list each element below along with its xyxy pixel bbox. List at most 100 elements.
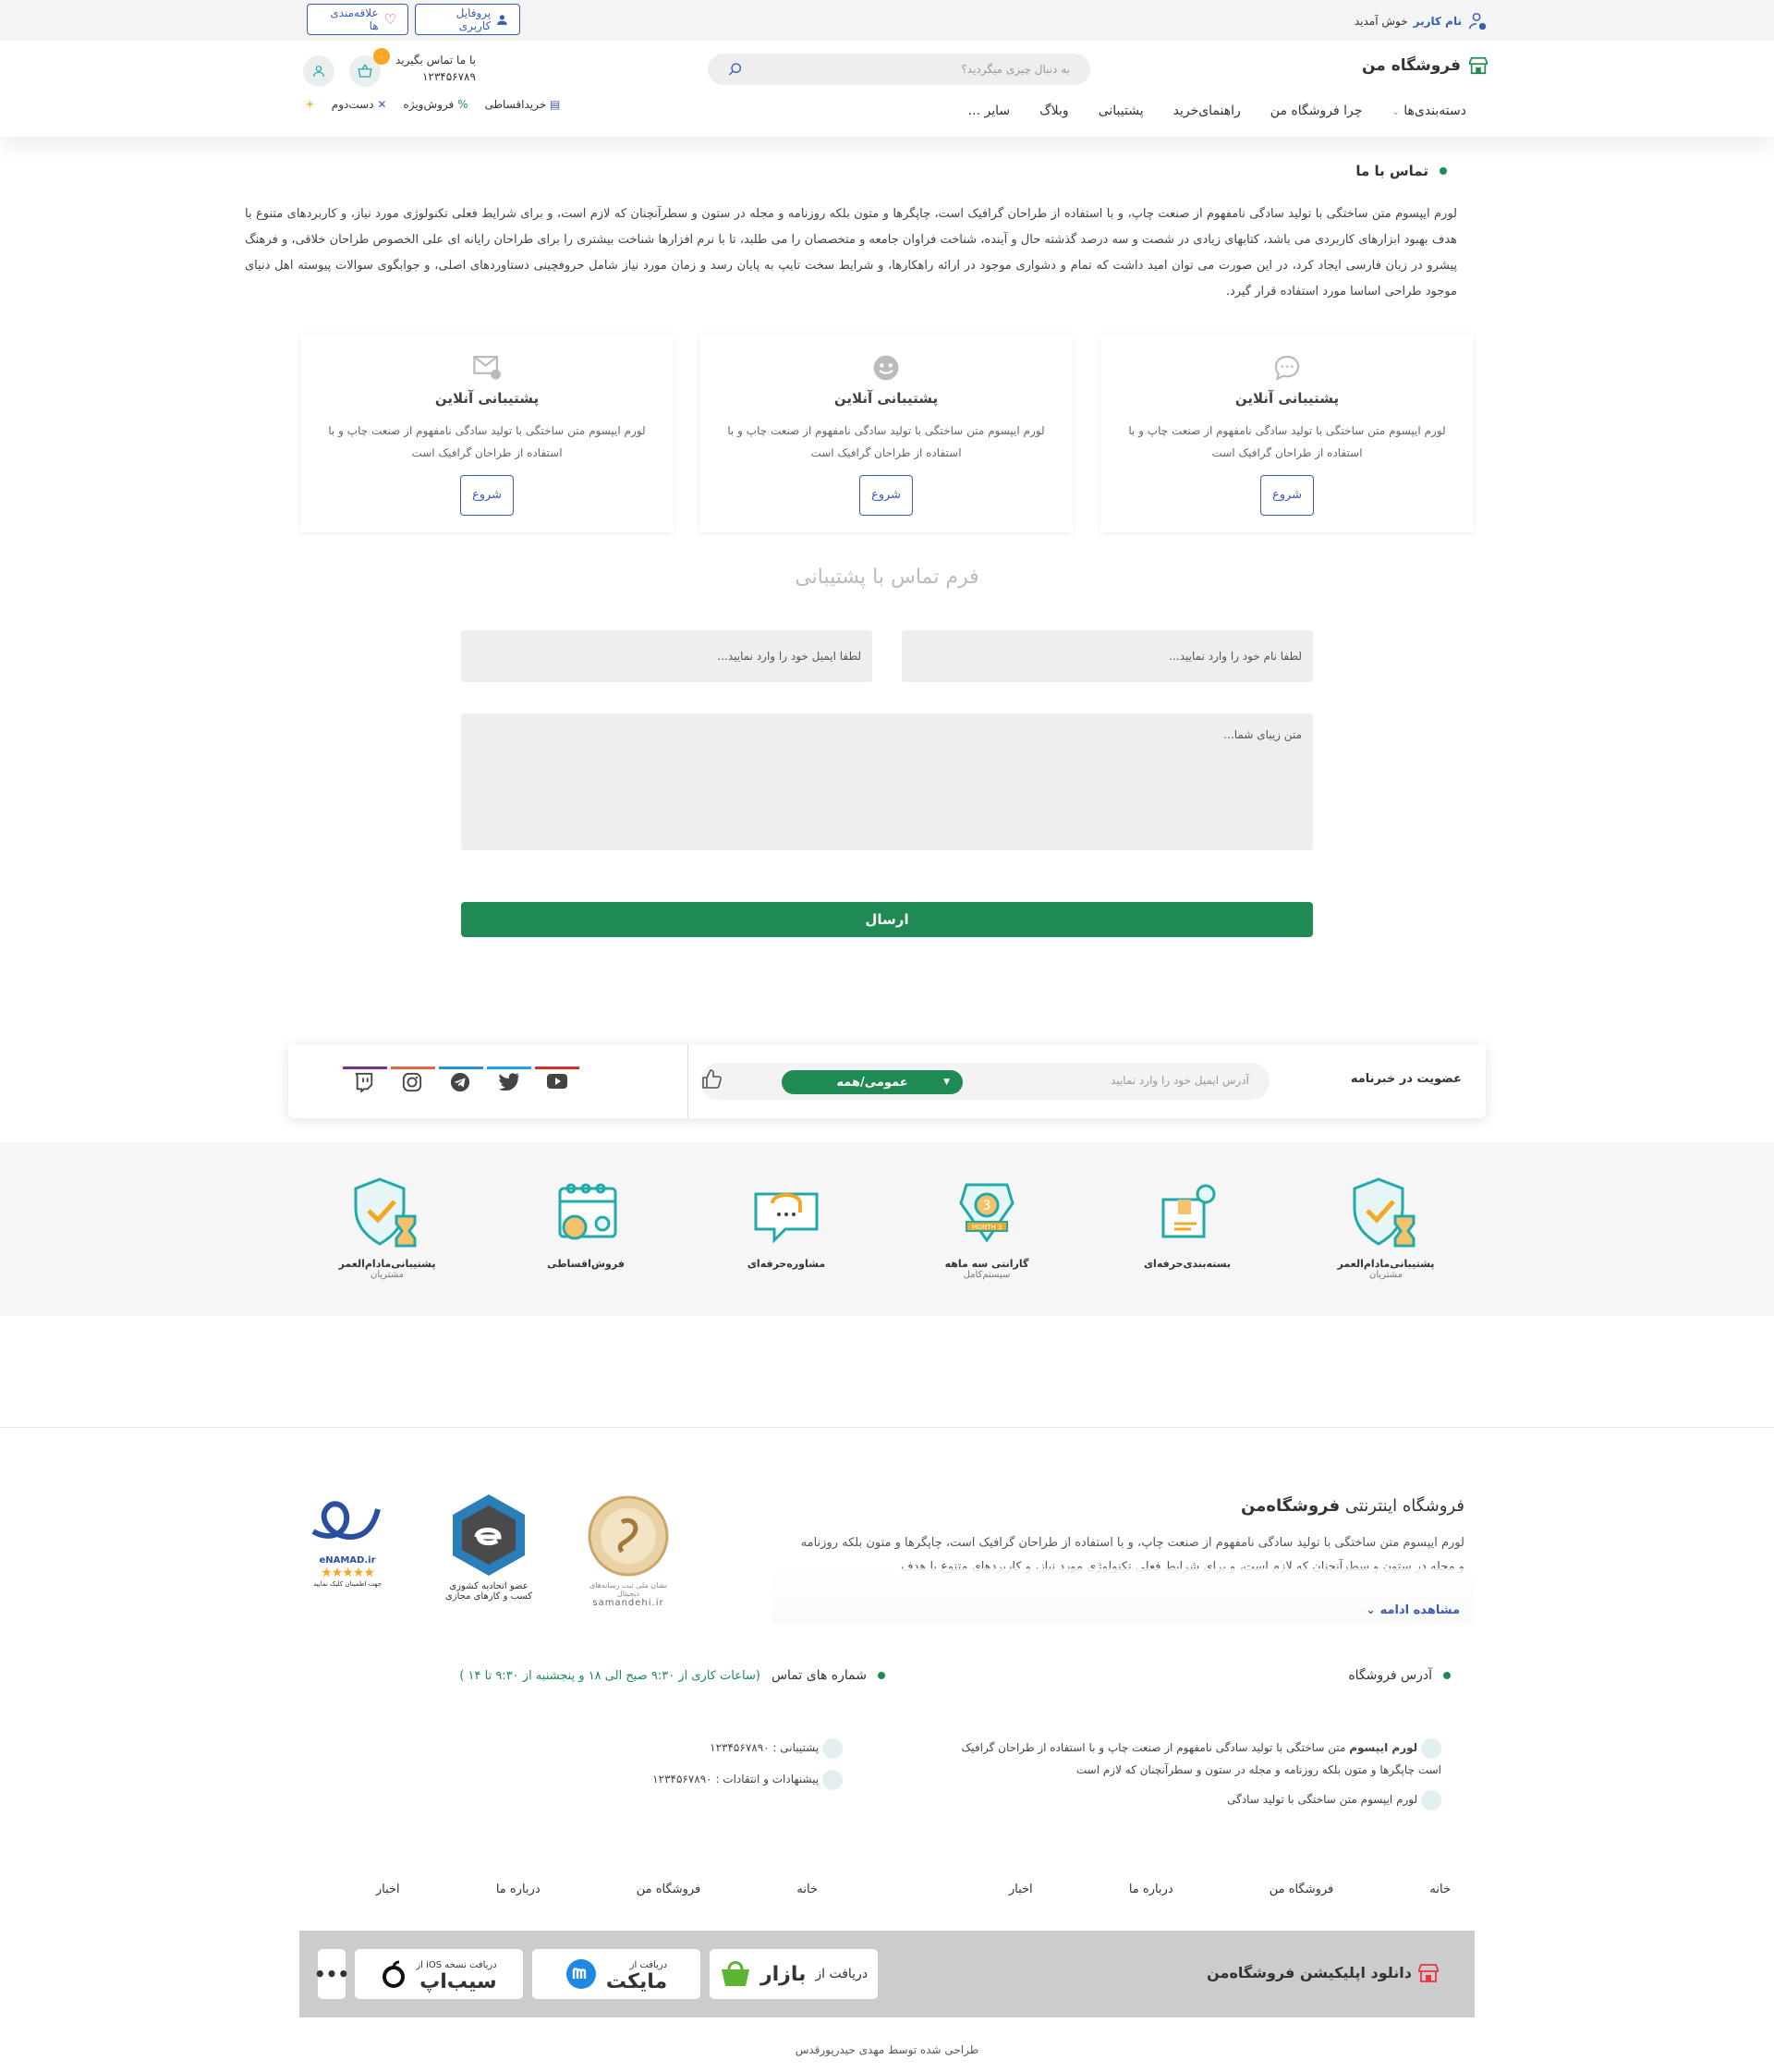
footer-link-store[interactable]: فروشگاه من xyxy=(637,1883,701,1896)
sibapp-logo-icon xyxy=(383,1960,406,1988)
main-header: فروشگاه من به دنبال چیزی میگردید؟ با ما … xyxy=(0,41,1774,137)
shield-hourglass-icon xyxy=(354,1177,417,1248)
card-text: لورم ایپسوم متن ساختگی با تولید سادگی نا… xyxy=(727,424,1045,459)
footer-link-home[interactable]: خانه xyxy=(796,1883,818,1896)
welcome-message: نام کاربر خوش آمدید xyxy=(1355,11,1488,31)
theme-toggle-sun-icon[interactable]: ☀ xyxy=(305,98,315,111)
user-verified-icon xyxy=(1469,13,1487,30)
youtube-icon[interactable] xyxy=(535,1066,579,1102)
more-apps-button[interactable]: ••• xyxy=(314,1949,349,1999)
phone-icon xyxy=(822,1769,843,1790)
nav-guide[interactable]: راهنمای‌خرید xyxy=(1173,104,1241,118)
card-icon: ▤ xyxy=(549,98,561,111)
store-icon xyxy=(1418,1964,1439,1982)
samandehi-badge[interactable]: نشان ملی ثبت رسانه‌های دیجیتال samandehi… xyxy=(584,1494,673,1608)
nav-blog[interactable]: وبلاگ xyxy=(1039,104,1069,118)
newsletter-category-select[interactable]: عمومی/همه ▼ xyxy=(782,1070,963,1094)
nav-label: دسته‌بندی‌ها xyxy=(1403,104,1466,118)
user-icon xyxy=(313,66,324,78)
message-placeholder: متن زیبای شما... xyxy=(1223,728,1302,741)
feedback-phone: پیشنهادات و انتقادات : ۱۲۳۴۵۶۷۸۹۰ xyxy=(652,1773,820,1786)
nav-why-us[interactable]: چرا فروشگاه من xyxy=(1270,104,1363,118)
twitch-icon[interactable] xyxy=(343,1066,387,1102)
tools-icon: ✕ xyxy=(377,98,387,111)
feature-subtitle: سیستم‌کامل xyxy=(963,1270,1011,1280)
footer-link-store[interactable]: فروشگاه من xyxy=(1270,1883,1334,1896)
card-start-button[interactable]: شروع xyxy=(859,475,913,516)
card-start-button[interactable]: شروع xyxy=(1260,475,1314,516)
about-title-a: فروشگاه اینترنتی xyxy=(1344,1496,1464,1516)
feature-title: مشاوره‌حرفه‌ای xyxy=(747,1258,826,1270)
contact-phone: ۱۲۳۴۵۶۷۸۹ xyxy=(421,70,476,83)
support-phone: پشتیبانی : ۱۲۳۴۵۶۷۸۹۰ xyxy=(710,1741,820,1754)
quick-installment[interactable]: ▤ خریداقساطی xyxy=(484,98,560,111)
twitter-icon[interactable] xyxy=(487,1066,531,1102)
calendar-coins-icon xyxy=(558,1183,617,1240)
support-card: پشتیبانی آنلاین لورم ایپسوم متن ساختگی ب… xyxy=(300,335,674,532)
cart-badge: ۰ xyxy=(373,48,390,65)
cart-button[interactable]: ۰ xyxy=(349,48,390,87)
nav-support[interactable]: پشتیبانی xyxy=(1099,104,1144,118)
thumbs-up-icon[interactable] xyxy=(700,1066,723,1096)
union-badge[interactable]: عضو اتحادیه کشوری کسب و کارهای مجازی xyxy=(438,1493,540,1602)
search-icon[interactable] xyxy=(728,62,743,77)
nav-categories[interactable]: دسته‌بندی‌ها ⌄ xyxy=(1391,104,1466,118)
sibapp-download-button[interactable]: دریافت نسخه iOS از سیب‌اپ xyxy=(355,1949,523,1999)
badge-label: eNAMAD.ir xyxy=(319,1555,376,1566)
email-input[interactable]: لطفا ایمیل خود را وارد نمایید... xyxy=(461,630,872,682)
newsletter-email-input[interactable]: آدرس ایمیل خود را وارد نمایید عمومی/همه ▼ xyxy=(700,1063,1270,1100)
wishlist-button[interactable]: ♡ علاقه‌مندی ها xyxy=(307,4,408,35)
phones-hours: (ساعات کاری از ۹:۳۰ صبح الی ۱۸ و پنجشنبه… xyxy=(459,1668,760,1683)
enamad-badge[interactable]: eNAMAD.ir ★★★★★ جهت اطمینان کلیک نمایید xyxy=(305,1494,390,1588)
name-input[interactable]: لطفا نام خود را وارد نمایید... xyxy=(902,630,1313,682)
sibapp-label-b: سیب‌اپ xyxy=(419,1970,497,1993)
smile-icon xyxy=(873,355,899,381)
social-bar xyxy=(343,1066,387,1069)
username[interactable]: نام کاربر xyxy=(1414,15,1462,28)
mail-icon xyxy=(473,356,501,380)
package-box-icon xyxy=(1161,1184,1216,1238)
footer-link-home[interactable]: خانه xyxy=(1429,1883,1451,1896)
phone-icon xyxy=(822,1737,843,1759)
feature-item: فروش‌اقساطی xyxy=(530,1176,641,1270)
store-icon xyxy=(1469,56,1488,75)
bullet-dot xyxy=(1440,167,1447,175)
profile-button[interactable]: پروفایل کاربری xyxy=(415,4,520,35)
card-start-button[interactable]: شروع xyxy=(460,475,514,516)
support-phone-row[interactable]: پشتیبانی : ۱۲۳۴۵۶۷۸۹۰ xyxy=(710,1737,843,1759)
feature-title: گارانتی سه ماهه xyxy=(944,1258,1029,1270)
quick-sale[interactable]: % فروش‌ویژه xyxy=(403,98,468,111)
feature-title: بسته‌بندی‌حرفه‌ای xyxy=(1143,1258,1232,1270)
read-more-link[interactable]: مشاهده ادامه ⌄ xyxy=(1366,1603,1460,1617)
union-hexagon-icon xyxy=(453,1494,525,1576)
feature-item: بسته‌بندی‌حرفه‌ای xyxy=(1132,1176,1243,1270)
footer-link-news[interactable]: اخبار xyxy=(376,1883,400,1896)
site-logo[interactable]: فروشگاه من xyxy=(1362,55,1488,76)
myket-download-button[interactable]: دریافت از مایکت xyxy=(532,1949,700,1999)
quick-used[interactable]: ✕ دست‌دوم xyxy=(332,98,387,111)
badge-sub: نشان ملی ثبت رسانه‌های دیجیتال xyxy=(589,1581,667,1598)
card-text: لورم ایپسوم متن ساختگی با تولید سادگی نا… xyxy=(1128,424,1446,459)
contact-info[interactable]: با ما تماس بگیرید ۱۲۳۴۵۶۷۸۹ xyxy=(395,52,476,85)
footer-link-news[interactable]: اخبار xyxy=(1009,1883,1033,1896)
footer-link-about[interactable]: درباره ما xyxy=(1129,1883,1173,1896)
about-title-b: فروشگاه‌من xyxy=(1241,1496,1341,1516)
telegram-icon[interactable] xyxy=(439,1066,483,1102)
bazaar-download-button[interactable]: دریافت از بازار xyxy=(710,1949,878,1999)
message-textarea[interactable]: متن زیبای شما... xyxy=(461,713,1313,850)
submit-button[interactable]: ارسال xyxy=(461,902,1313,937)
badge-sub: کسب و کارهای مجازی xyxy=(444,1591,533,1602)
footer-link-about[interactable]: درباره ما xyxy=(496,1883,541,1896)
bazaar-label-b: بازار xyxy=(759,1962,807,1986)
support-card: پشتیبانی آنلاین لورم ایپسوم متن ساختگی ب… xyxy=(1100,335,1474,532)
instagram-icon[interactable] xyxy=(391,1066,435,1102)
feedback-phone-row[interactable]: پیشنهادات و انتقادات : ۱۲۳۴۵۶۷۸۹۰ xyxy=(652,1768,843,1790)
search-bar[interactable]: به دنبال چیزی میگردید؟ xyxy=(708,54,1090,85)
feature-title: پشتیبانی‌مادام‌العمر xyxy=(1337,1258,1435,1270)
nav-more[interactable]: سایر ... xyxy=(968,104,1010,118)
newsletter-bar: عضویت در خبرنامه آدرس ایمیل خود را وارد … xyxy=(288,1044,1486,1118)
account-button[interactable] xyxy=(303,55,334,87)
address-bold: لورم ایپسوم xyxy=(1349,1741,1418,1754)
bazaar-label-a: دریافت از xyxy=(815,1967,869,1981)
chat-bubble-icon xyxy=(1274,355,1300,381)
